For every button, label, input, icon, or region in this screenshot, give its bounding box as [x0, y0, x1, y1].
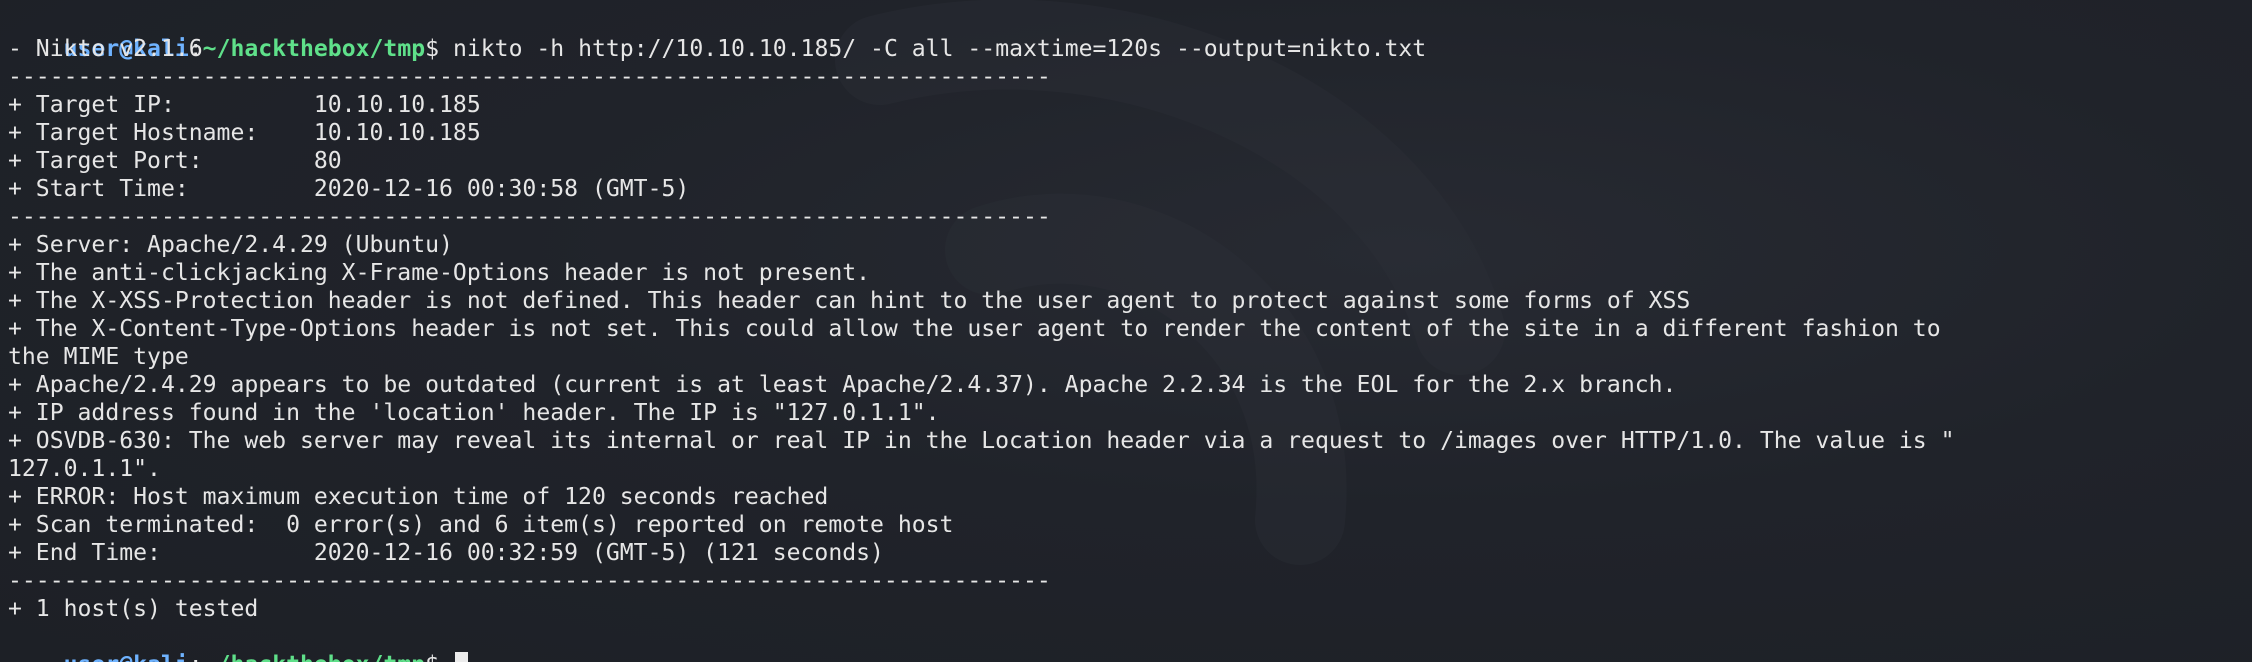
output-line: + End Time: 2020-12-16 00:32:59 (GMT-5) … [8, 540, 884, 566]
output-line: + Target IP: 10.10.10.185 [8, 92, 481, 118]
output-line: - Nikto v2.1.6 [8, 36, 203, 62]
text-cursor[interactable] [454, 652, 468, 662]
prompt-user-host: user@kali [64, 652, 189, 662]
output-line: + 1 host(s) tested [8, 596, 259, 622]
output-separator: ----------------------------------------… [8, 204, 1051, 230]
prompt-line-command: user@kali:~/hackthebox/tmp$ nikto -h htt… [8, 7, 2252, 62]
output-line: + Start Time: 2020-12-16 00:30:58 (GMT-5… [8, 176, 690, 202]
prompt-path: ~/hackthebox/tmp [203, 652, 425, 662]
prompt-dollar: $ [425, 652, 453, 662]
output-line: + The anti-clickjacking X-Frame-Options … [8, 260, 871, 286]
output-line: + Target Port: 80 [8, 148, 342, 174]
output-separator: ----------------------------------------… [8, 64, 1051, 90]
output-line: + Apache/2.4.29 appears to be outdated (… [8, 372, 1677, 398]
output-line: + Server: Apache/2.4.29 (Ubuntu) [8, 232, 453, 258]
output-line: + OSVDB-630: The web server may reveal i… [8, 428, 1955, 454]
output-line: + ERROR: Host maximum execution time of … [8, 484, 829, 510]
output-line: + Scan terminated: 0 error(s) and 6 item… [8, 512, 954, 538]
output-line: + The X-XSS-Protection header is not def… [8, 288, 1691, 314]
output-line: + IP address found in the 'location' hea… [8, 400, 940, 426]
output-line: the MIME type [8, 344, 189, 370]
output-line: + The X-Content-Type-Options header is n… [8, 316, 1941, 342]
terminal-window[interactable]: user@kali:~/hackthebox/tmp$ nikto -h htt… [0, 0, 2252, 662]
output-line: 127.0.1.1". [8, 456, 161, 482]
prompt-line-active[interactable]: user@kali:~/hackthebox/tmp$ [8, 623, 2252, 662]
prompt-colon: : [189, 652, 203, 662]
output-line: + Target Hostname: 10.10.10.185 [8, 120, 481, 146]
output-separator: ----------------------------------------… [8, 568, 1051, 594]
